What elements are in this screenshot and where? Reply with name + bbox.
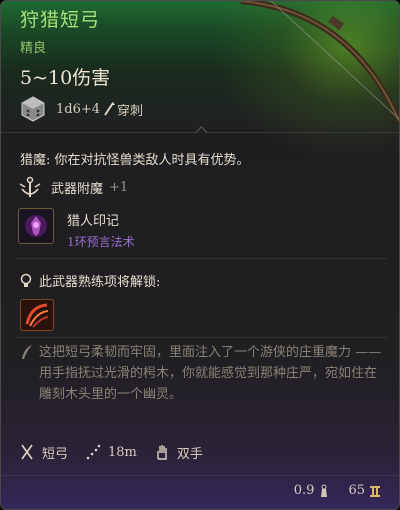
spell-text: 猎人印记 1环预言法术 [67,208,135,250]
item-footer: 0.9 65 [294,483,381,498]
spell-row[interactable]: 猎人印记 1环预言法术 [18,208,135,250]
divider [15,337,387,338]
enchantment-row: 武器附魔 +1 [18,174,128,200]
gold-icon [370,485,380,497]
damage-type: 穿刺 [117,103,144,119]
proficiency-icon [25,303,49,328]
lightbulb-icon [20,273,32,287]
dice-icon [21,96,45,122]
enchant-icon [19,176,41,197]
proficiency-unlock-label: 此武器熟练项将解锁: [39,275,161,290]
range-icon [86,444,101,460]
proficiency-unlock-row: 此武器熟练项将解锁: [20,271,160,290]
proficiency-icon-frame[interactable] [20,299,54,331]
spell-icon-frame[interactable] [18,208,54,244]
handedness: 双手 [176,446,203,462]
damage-detail: 1d6+4 穿刺 [20,96,143,122]
lore-text: 这把短弓柔韧而牢固，里面注入了一个游侠的庄重魔力 —— 用手指抚过光滑的枵木，你… [39,342,385,405]
divider [15,258,387,259]
quill-icon [22,345,32,359]
item-tooltip: 狩猎短弓 精良 5~10伤害 1d6+4 穿刺 猎魔: 你在对抗怪兽类敌人时具有… [0,0,400,510]
damage-range: 5~10伤害 [20,67,111,89]
weapon-type-icon [21,444,33,460]
spell-name: 猎人印记 [67,214,120,229]
piercing-icon [104,102,116,116]
passive-text: 猎魔: 你在对抗怪兽类敌人时具有优势。 [20,153,250,168]
lore-line: 用手指抚过光滑的枵木，你就能感觉到那种庄严，宛如住在雕刻木头里的一个幽灵。 [39,366,378,402]
hunters-mark-icon [25,215,47,237]
hand-icon [157,445,167,460]
lore-line: 这把短弓柔韧而牢固，里面注入了一个游侠的庄重魔力 —— [39,345,382,360]
spell-level-school: 1环预言法术 [67,235,135,249]
weight-icon [321,484,328,497]
item-weight: 0.9 [293,483,315,498]
enchantment-label: 武器附魔 [51,181,104,197]
enchantment-bonus: +1 [109,179,129,195]
weapon-type: 短弓 [42,446,69,462]
bow-art [240,1,399,123]
tooltip-header: 狩猎短弓 精良 5~10伤害 1d6+4 穿刺 [1,1,399,161]
item-name: 狩猎短弓 [20,9,101,31]
weapon-range: 18m [108,444,137,460]
damage-dice: 1d6+4 [56,101,101,117]
item-rarity: 精良 [20,41,47,56]
weapon-stats-row: 短弓 18m 双手 [20,441,203,463]
divider [1,475,399,476]
item-value: 65 [348,483,365,498]
